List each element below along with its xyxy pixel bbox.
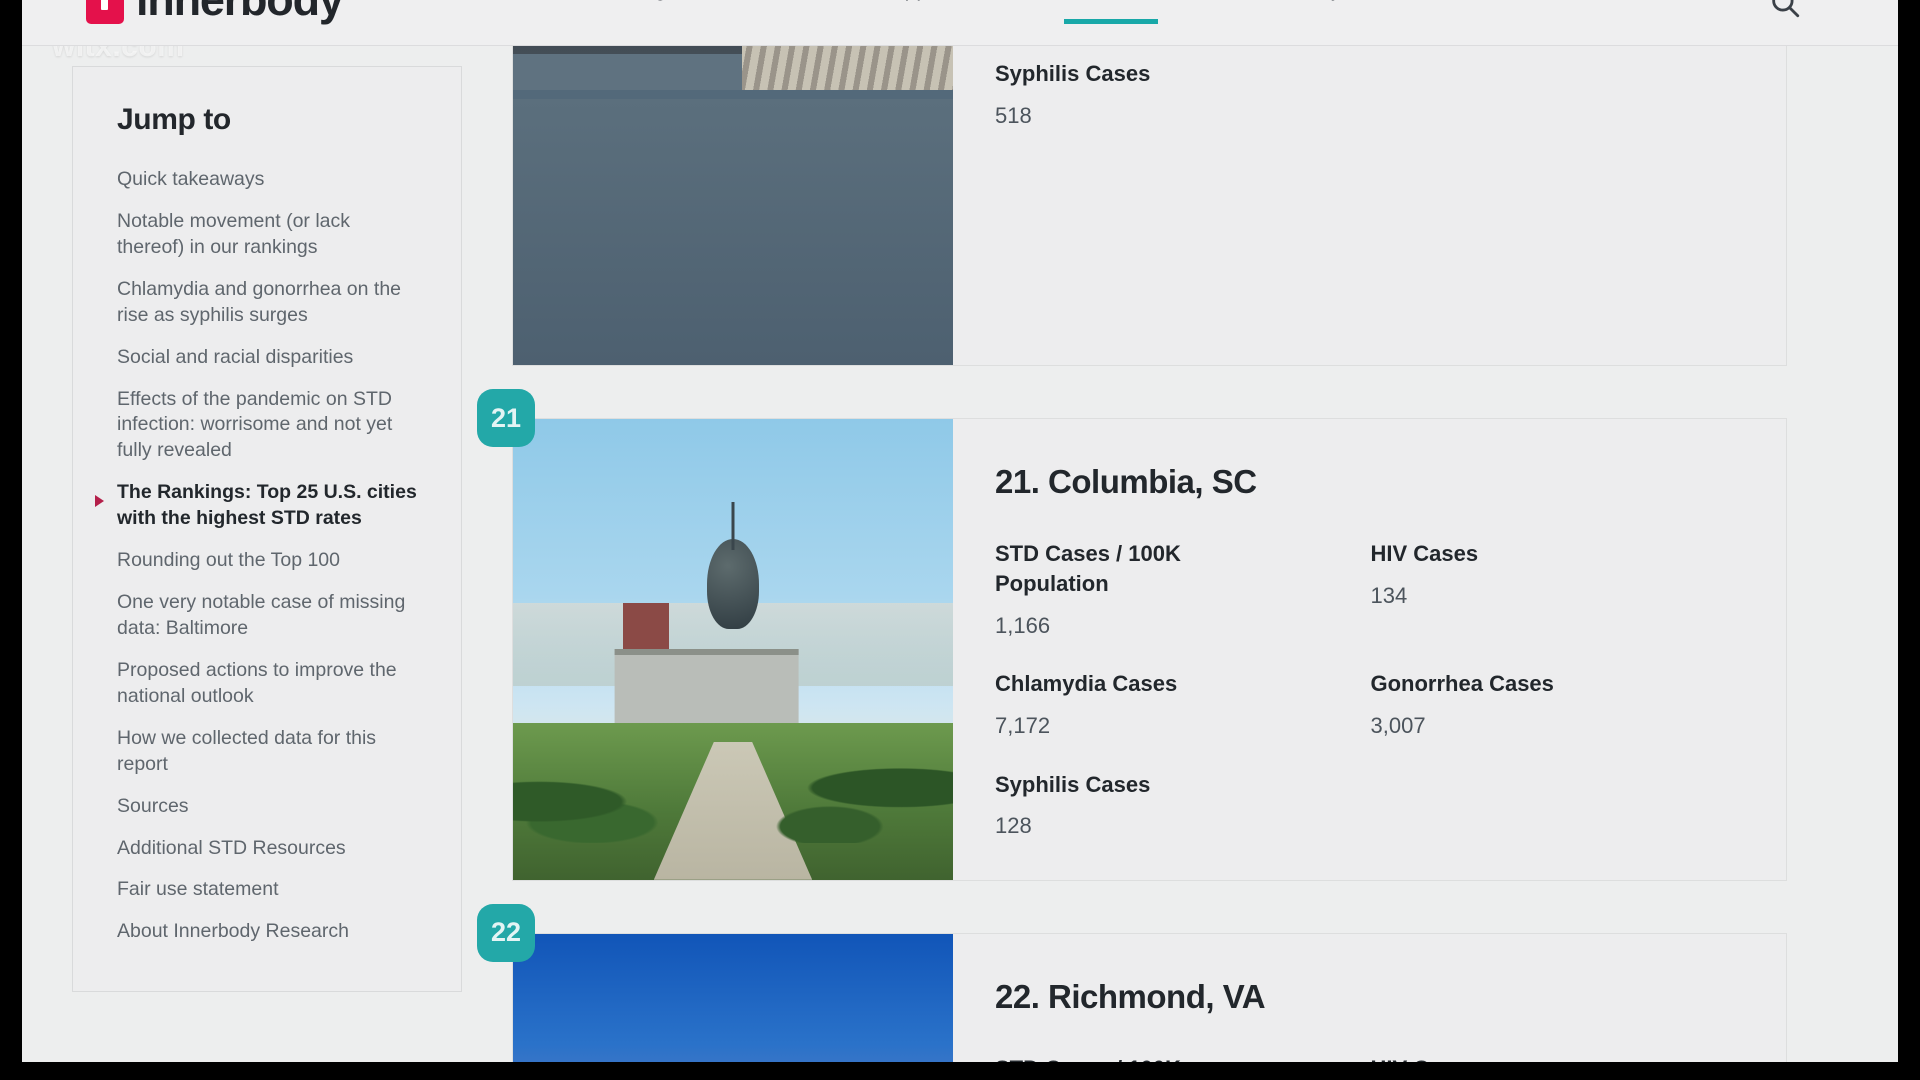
sidebar-item-how-we-collected-data[interactable]: How we collected data for this report <box>117 726 417 778</box>
city-photo <box>513 0 953 365</box>
city-card-body: 22. Richmond, VA STD Cases / 100K Popula… <box>953 934 1786 1062</box>
city-card-title: 22. Richmond, VA <box>995 977 1266 1015</box>
sidebar-item-notable-movement[interactable]: Notable movement (or lack thereof) in ou… <box>117 209 417 261</box>
stat-gonorrhea: Gonorrhea Cases 3,007 <box>1371 669 1747 739</box>
city-stat-grid: STD Cases / 100K Population 1,154 HIV Ca… <box>995 1054 1746 1062</box>
video-content-area: innerbody Telehealth Testing Self-Care S… <box>22 0 1898 1062</box>
sidebar-item-rankings-top25[interactable]: The Rankings: Top 25 U.S. cities with th… <box>95 480 417 532</box>
stat-label-syphilis: Syphilis Cases <box>995 771 1151 797</box>
stat-value-hiv: 134 <box>1370 582 1408 608</box>
main-navigation: Telehealth Testing Self-Care Supplements… <box>442 0 1342 34</box>
photo-trees <box>513 704 953 843</box>
stat-chlamydia: Chlamydia Cases 7,172 <box>995 669 1371 739</box>
city-photo <box>513 933 953 1062</box>
photo-waterbody <box>513 99 953 365</box>
city-stat-grid: STD Cases / 100K Population 1,166 HIV Ca… <box>995 539 1746 840</box>
sidebar-item-pandemic-effects[interactable]: Effects of the pandemic on STD infection… <box>117 387 417 465</box>
city-card-richmond-va[interactable]: 22 22. Richmond, VA <box>477 903 1787 1062</box>
active-marker-icon <box>95 495 104 508</box>
city-card-columbia-sc[interactable]: 21 21. Columbia, SC STD Cases / 100K Pop… <box>477 389 1787 881</box>
city-card-partial-top: 12,047 5,762 Syphilis Cases 518 <box>512 0 1787 366</box>
letterbox-left <box>0 0 22 1080</box>
sidebar-item-social-racial-disparities[interactable]: Social and racial disparities <box>117 345 417 371</box>
nav-item-research[interactable]: Research <box>1063 0 1158 32</box>
sidebar-item-sources[interactable]: Sources <box>117 794 417 820</box>
sidebar-item-proposed-actions[interactable]: Proposed actions to improve the national… <box>117 658 417 710</box>
stat-syphilis: Syphilis Cases 128 <box>995 770 1371 840</box>
stat-value-chlamydia: 7,172 <box>995 713 1051 739</box>
stat-hiv: HIV Cases 134 <box>1371 539 1747 639</box>
sidebar-title: Jump to <box>117 103 231 136</box>
page-body: Jump to Quick takeaways Notable movement… <box>22 0 1898 1062</box>
letterbox-right <box>1898 0 1920 1080</box>
sidebar-item-quick-takeaways[interactable]: Quick takeaways <box>117 167 417 193</box>
jump-to-sidebar: Jump to Quick takeaways Notable movement… <box>72 66 462 993</box>
stat-label-std-rate: STD Cases / 100K Population <box>995 541 1181 596</box>
nav-item-testing[interactable]: Testing <box>600 0 667 32</box>
search-icon[interactable] <box>1768 0 1802 20</box>
stat-std-rate: STD Cases / 100K Population 1,154 <box>995 1054 1371 1062</box>
stat-label-hiv: HIV Cases <box>1370 541 1479 566</box>
sidebar-item-missing-data-baltimore[interactable]: One very notable case of missing data: B… <box>117 590 417 642</box>
sidebar-item-label: The Rankings: Top 25 U.S. cities with th… <box>117 481 417 530</box>
site-logo[interactable]: innerbody <box>86 0 344 24</box>
stat-label-chlamydia: Chlamydia Cases <box>995 671 1178 697</box>
stat-std-rate: STD Cases / 100K Population 1,166 <box>995 539 1371 639</box>
sidebar-item-chlamydia-gonorrhea[interactable]: Chlamydia and gonorrhea on the rise as s… <box>117 277 417 329</box>
stat-hiv: HIV Cases 153 <box>1371 1054 1747 1062</box>
stat-value-std-rate: 1,166 <box>995 612 1051 638</box>
photo-scene-richmond <box>513 933 953 1062</box>
city-card-body: 21. Columbia, SC STD Cases / 100K Popula… <box>953 419 1786 880</box>
sidebar-item-additional-resources[interactable]: Additional STD Resources <box>117 836 417 862</box>
stat-value-gonorrhea: 3,007 <box>1370 713 1426 739</box>
stat-syphilis: Syphilis Cases 518 <box>995 59 1371 129</box>
rank-badge: 21 <box>477 389 535 447</box>
stat-label-gonorrhea: Gonorrhea Cases <box>1370 671 1554 697</box>
stat-label-syphilis: Syphilis Cases <box>995 61 1151 87</box>
nav-item-telehealth[interactable]: Telehealth <box>442 0 538 32</box>
stat-value-syphilis: 128 <box>995 813 1032 839</box>
nav-item-supplements[interactable]: Supplements <box>879 0 1002 32</box>
stat-label-std-rate: STD Cases / 100K Population <box>995 1054 1235 1062</box>
photo-dome <box>707 538 759 629</box>
innerbody-logo-icon <box>86 0 124 24</box>
city-card-title: 21. Columbia, SC <box>995 463 1257 500</box>
city-rankings-list: 12,047 5,762 Syphilis Cases 518 <box>477 0 1787 1062</box>
sidebar-item-rounding-top100[interactable]: Rounding out the Top 100 <box>117 548 417 574</box>
site-header: innerbody Telehealth Testing Self-Care S… <box>22 0 1898 46</box>
city-card-body: 12,047 5,762 Syphilis Cases 518 <box>953 0 1786 365</box>
city-photo <box>513 419 953 880</box>
broadcast-frame: innerbody Telehealth Testing Self-Care S… <box>0 0 1920 1080</box>
nav-item-self-care[interactable]: Self-Care <box>728 0 817 32</box>
letterbox-bottom <box>0 1062 1920 1080</box>
stat-label-hiv: HIV Cases <box>1371 1054 1611 1062</box>
stat-value-syphilis: 518 <box>995 103 1032 129</box>
sidebar-item-fair-use[interactable]: Fair use statement <box>117 877 417 903</box>
photo-spire <box>731 501 735 550</box>
rank-badge: 22 <box>477 903 535 962</box>
logo-wordmark: innerbody <box>136 0 344 22</box>
sidebar-item-about-innerbody[interactable]: About Innerbody Research <box>117 919 417 945</box>
nav-item-human-body[interactable]: Human Body <box>1220 0 1341 32</box>
